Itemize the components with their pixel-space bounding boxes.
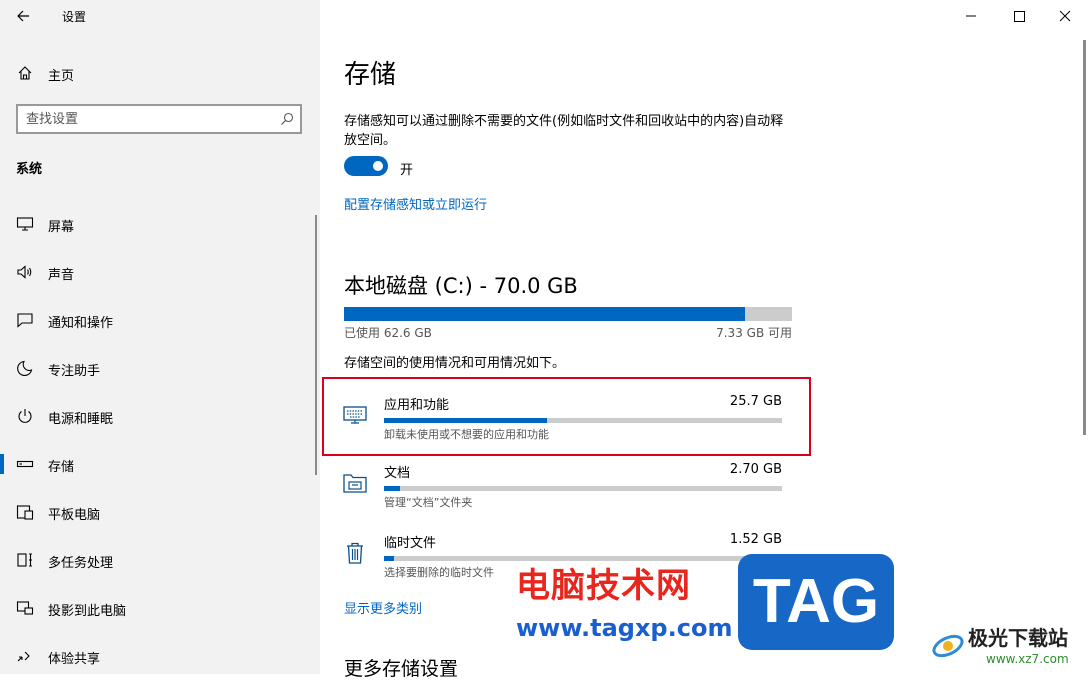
main-content: 存储 存储感知可以通过删除不需要的文件(例如临时文件和回收站中的内容)自动释放空… (320, 0, 1088, 680)
watermark-logo-text: 极光下载站 (968, 626, 1068, 650)
more-storage-settings-heading: 更多存储设置 (344, 658, 459, 680)
sidebar-item-power-sleep[interactable]: 电源和睡眠 (0, 396, 320, 436)
category-subtitle: 选择要删除的临时文件 (384, 566, 494, 579)
watermark-text: 电脑技术网 (516, 566, 691, 606)
sidebar-item-label: 屏幕 (48, 220, 75, 235)
category-name: 临时文件 (384, 536, 437, 551)
close-icon (1059, 10, 1071, 22)
watermark-tag-badge: TAG (738, 554, 894, 650)
share-icon (17, 651, 30, 662)
sidebar-item-label: 通知和操作 (48, 316, 114, 331)
disk-usage-bar (344, 307, 792, 321)
disk-usage-fill (344, 307, 745, 321)
sidebar-item-project[interactable]: 投影到此电脑 (0, 588, 320, 628)
sidebar: 设置 主页 系统 屏幕 声音 通知和操作 (0, 0, 320, 674)
sidebar-item-home[interactable]: 主页 (0, 56, 320, 92)
annotation-highlight-box (322, 377, 811, 456)
disk-free-label: 7.33 GB 可用 (716, 326, 792, 340)
disk-title: 本地磁盘 (C:) - 70.0 GB (344, 274, 578, 298)
sidebar-item-label: 声音 (48, 268, 75, 283)
home-icon (18, 66, 32, 80)
home-label: 主页 (48, 69, 75, 84)
trash-icon (347, 542, 363, 564)
close-button[interactable] (1042, 0, 1088, 32)
sidebar-item-shared-experiences[interactable]: 体验共享 (0, 636, 320, 674)
search-icon[interactable] (280, 112, 294, 126)
title-bar: 设置 (0, 0, 320, 32)
category-bar (384, 486, 782, 491)
search-box[interactable] (16, 104, 302, 134)
configure-storage-sense-link[interactable]: 配置存储感知或立即运行 (344, 194, 487, 213)
maximize-button[interactable] (996, 0, 1042, 32)
sidebar-item-multitasking[interactable]: 多任务处理 (0, 540, 320, 580)
sidebar-item-storage[interactable]: 存储 (0, 444, 320, 484)
project-icon (16, 601, 34, 615)
storage-sense-toggle[interactable] (344, 156, 388, 176)
storage-icon (16, 460, 34, 468)
toggle-state-label: 开 (400, 163, 414, 178)
app-title: 设置 (62, 10, 87, 24)
moon-icon (17, 360, 33, 376)
sidebar-item-label: 专注助手 (48, 364, 101, 379)
usage-description: 存储空间的使用情况和可用情况如下。 (344, 356, 566, 371)
storage-sense-description: 存储感知可以通过删除不需要的文件(例如临时文件和回收站中的内容)自动释放空间。 (344, 114, 784, 148)
section-label-system: 系统 (16, 162, 43, 177)
power-icon (18, 409, 32, 423)
category-name: 文档 (384, 466, 411, 481)
category-documents[interactable]: 文档 2.70 GB 管理“文档”文件夹 (340, 460, 782, 520)
notification-icon (17, 313, 33, 328)
minimize-icon (966, 15, 976, 17)
category-size: 1.52 GB (729, 532, 782, 547)
sidebar-item-label: 存储 (48, 460, 75, 475)
arrow-left-icon (17, 10, 29, 22)
speaker-icon (17, 265, 32, 279)
sidebar-item-label: 体验共享 (48, 652, 101, 667)
monitor-icon (16, 217, 34, 231)
main-scrollbar[interactable] (1083, 40, 1086, 435)
watermark-tag-text: TAG (752, 567, 880, 636)
search-input[interactable] (18, 106, 284, 132)
sidebar-item-focus-assist[interactable]: 专注助手 (0, 348, 320, 388)
category-bar-fill (384, 556, 394, 561)
watermark-url: www.tagxp.com (516, 614, 733, 642)
documents-folder-icon (343, 474, 367, 493)
sidebar-item-label: 投影到此电脑 (48, 604, 127, 619)
page-title: 存储 (344, 60, 397, 90)
show-more-categories-link[interactable]: 显示更多类别 (344, 598, 422, 617)
minimize-button[interactable] (948, 0, 994, 32)
maximize-icon (1014, 11, 1025, 22)
sidebar-item-label: 平板电脑 (48, 508, 101, 523)
watermark-logo: 极光下载站 www.xz7.com (928, 620, 1088, 672)
active-indicator (0, 454, 4, 474)
sidebar-scrollbar[interactable] (315, 215, 317, 475)
category-subtitle: 管理“文档”文件夹 (384, 496, 473, 509)
category-size: 2.70 GB (729, 462, 782, 477)
watermark-logo-url: www.xz7.com (986, 652, 1069, 666)
sidebar-item-label: 电源和睡眠 (48, 412, 114, 427)
category-bar-fill (384, 486, 400, 491)
sidebar-item-sound[interactable]: 声音 (0, 252, 320, 292)
back-button[interactable] (10, 4, 38, 28)
sidebar-item-label: 多任务处理 (48, 556, 114, 571)
sidebar-item-tablet[interactable]: 平板电脑 (0, 492, 320, 532)
tablet-icon (16, 505, 34, 520)
sidebar-item-display[interactable]: 屏幕 (0, 204, 320, 244)
sidebar-item-notifications[interactable]: 通知和操作 (0, 300, 320, 340)
toggle-knob (373, 161, 383, 171)
disk-used-label: 已使用 62.6 GB (344, 326, 432, 340)
multitask-icon (17, 553, 32, 567)
aurora-logo-icon (932, 634, 964, 658)
